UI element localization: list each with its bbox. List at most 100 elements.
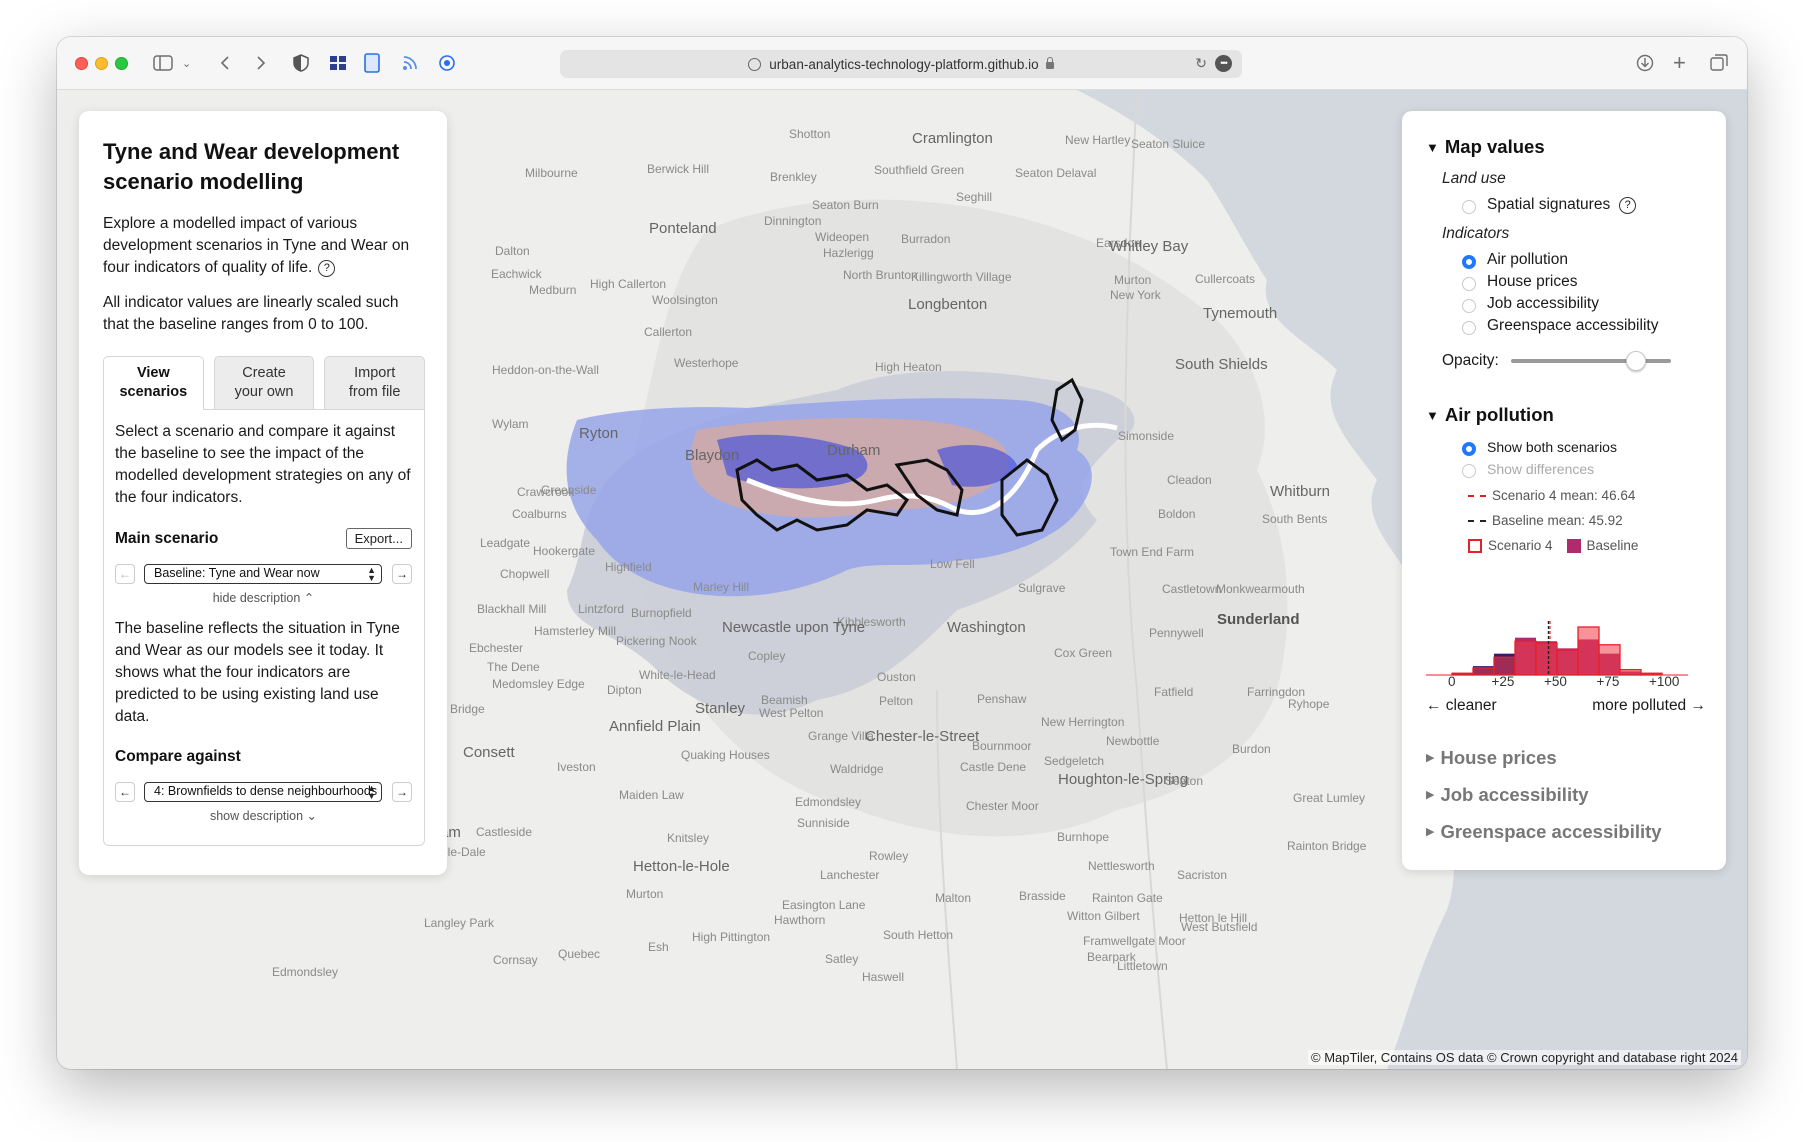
question-circle-icon[interactable]: ? bbox=[318, 260, 336, 277]
place-label: Nettlesworth bbox=[1088, 859, 1155, 873]
indicator-option-air-pollution[interactable]: Air pollution bbox=[1462, 249, 1706, 271]
place-label: Edmondsley bbox=[272, 965, 339, 979]
radio-button[interactable] bbox=[1462, 299, 1476, 313]
tab-view-scenarios[interactable]: View scenarios bbox=[103, 356, 204, 410]
place-label: Sulgrave bbox=[1018, 581, 1066, 595]
sidebar-toggle-icon[interactable] bbox=[153, 52, 173, 74]
place-label: Hawthorn bbox=[774, 913, 826, 927]
chevron-down-icon[interactable]: ⌄ bbox=[182, 52, 191, 74]
page-menu-icon[interactable]: ••• bbox=[1215, 55, 1232, 72]
place-label: Chopwell bbox=[500, 567, 550, 581]
opacity-slider[interactable] bbox=[1510, 351, 1671, 371]
back-icon[interactable] bbox=[220, 52, 230, 74]
browser-toolbar: ⌄ urban-analytics-technology-platform.gi… bbox=[57, 37, 1747, 90]
place-label: Ponteland bbox=[649, 220, 717, 237]
next-scenario-button[interactable]: → bbox=[392, 564, 412, 584]
place-label: Seaton bbox=[1165, 774, 1204, 788]
radio-button[interactable] bbox=[1462, 321, 1476, 335]
download-icon[interactable] bbox=[1636, 52, 1654, 74]
indicator-option-greenspace-accessibility[interactable]: Greenspace accessibility bbox=[1462, 315, 1706, 337]
place-label: Boldon bbox=[1158, 507, 1196, 521]
intro-text: Explore a modelled impact of various dev… bbox=[103, 215, 410, 277]
place-label: Eachwick bbox=[491, 267, 542, 281]
show-differences-option[interactable]: Show differences bbox=[1462, 458, 1706, 480]
air-pollution-section-toggle[interactable]: ▼ Air pollution bbox=[1426, 404, 1706, 426]
previous-compare-button[interactable]: ← bbox=[115, 782, 135, 802]
place-label: Rainton Bridge bbox=[1287, 839, 1367, 853]
hide-description-link[interactable]: hide description ⌃ bbox=[115, 590, 412, 605]
tab-overview-icon[interactable] bbox=[1710, 52, 1728, 74]
place-label: Whitburn bbox=[1270, 483, 1331, 500]
place-label: Berwick Hill bbox=[647, 162, 710, 176]
spatial-signatures-option[interactable]: Spatial signatures ? bbox=[1462, 194, 1706, 216]
place-label: Washington bbox=[947, 619, 1026, 636]
section-toggle-house-prices[interactable]: ▶ House prices bbox=[1426, 739, 1662, 776]
show-description-link[interactable]: show description ⌄ bbox=[115, 808, 412, 823]
opacity-slider-thumb[interactable] bbox=[1625, 351, 1646, 371]
place-label: Quaking Houses bbox=[681, 748, 770, 762]
tab-import-from-file[interactable]: Import from file bbox=[324, 356, 426, 409]
place-label: West Pelton bbox=[759, 706, 824, 720]
scenario-mean-legend: Scenario 4 mean: 46.64 bbox=[1468, 483, 1706, 508]
place-label: Malton bbox=[935, 891, 972, 905]
radio-button[interactable] bbox=[1462, 277, 1476, 291]
shield-icon[interactable] bbox=[293, 52, 309, 74]
place-label: Seaton Burn bbox=[812, 198, 879, 212]
rss-icon[interactable] bbox=[402, 52, 418, 74]
compare-scenario-select[interactable]: 4: Brownfields to dense neighbourhoods ▲… bbox=[144, 782, 382, 802]
privacy-icon[interactable] bbox=[437, 52, 457, 74]
reload-icon[interactable]: ↻ bbox=[1195, 55, 1207, 72]
scenario-bar bbox=[1577, 626, 1600, 676]
place-label: Coalburns bbox=[512, 507, 567, 521]
indicator-option-house-prices[interactable]: House prices bbox=[1462, 271, 1706, 293]
map-values-section-toggle[interactable]: ▼ Map values bbox=[1426, 136, 1706, 158]
map-attribution[interactable]: © MapTiler, Contains OS data © Crown cop… bbox=[1308, 1050, 1741, 1065]
place-label: Highfield bbox=[605, 560, 652, 574]
place-label: Brasside bbox=[1019, 889, 1066, 903]
place-label: Grange Villa bbox=[808, 729, 874, 743]
radio-button[interactable] bbox=[1462, 255, 1476, 269]
section-toggle-job-accessibility[interactable]: ▶ Job accessibility bbox=[1426, 776, 1662, 813]
new-tab-icon[interactable]: + bbox=[1673, 50, 1686, 75]
previous-scenario-button[interactable]: ← bbox=[115, 564, 135, 584]
next-compare-button[interactable]: → bbox=[392, 782, 412, 802]
triangle-right-icon: ▶ bbox=[1426, 789, 1435, 801]
place-label: Low Fell bbox=[930, 557, 975, 571]
place-label: Cullercoats bbox=[1195, 272, 1256, 286]
place-label: High Callerton bbox=[590, 277, 667, 291]
question-circle-icon[interactable]: ? bbox=[1619, 196, 1637, 214]
main-scenario-select[interactable]: Baseline: Tyne and Wear now ▲ ▼ bbox=[144, 564, 382, 584]
section-toggle-greenspace-accessibility[interactable]: ▶ Greenspace accessibility bbox=[1426, 813, 1662, 850]
tab-create-your-own[interactable]: Create your own bbox=[213, 356, 315, 409]
zoom-window-button[interactable] bbox=[115, 57, 128, 70]
place-label: Westerhope bbox=[674, 356, 739, 370]
place-label: Witton Gilbert bbox=[1067, 909, 1140, 923]
place-label: New Herrington bbox=[1041, 715, 1125, 729]
minimize-window-button[interactable] bbox=[95, 57, 108, 70]
show-both-option[interactable]: Show both scenarios bbox=[1462, 436, 1706, 458]
place-label: Annfield Plain bbox=[609, 718, 701, 735]
export-button[interactable]: Export... bbox=[345, 528, 412, 549]
place-label: Dipton bbox=[607, 683, 642, 697]
extension-icon[interactable] bbox=[329, 52, 347, 74]
address-bar[interactable]: urban-analytics-technology-platform.gith… bbox=[560, 50, 1242, 78]
place-label: Rainton Gate bbox=[1092, 891, 1163, 905]
main-scenario-select-row: ← Baseline: Tyne and Wear now ▲ ▼ → bbox=[115, 564, 412, 584]
place-label: Edmondsley bbox=[795, 795, 862, 809]
indicator-option-job-accessibility[interactable]: Job accessibility bbox=[1462, 293, 1706, 315]
place-label: Cleadon bbox=[1167, 473, 1212, 487]
close-window-button[interactable] bbox=[75, 57, 88, 70]
radio-button[interactable] bbox=[1462, 200, 1476, 214]
forward-icon[interactable] bbox=[256, 52, 266, 74]
land-use-heading: Land use bbox=[1442, 170, 1506, 187]
place-label: Newcastle upon Tyne bbox=[722, 619, 866, 636]
place-label: Shotton bbox=[789, 127, 831, 141]
scenario-bar bbox=[1535, 642, 1558, 676]
radio-button[interactable] bbox=[1462, 464, 1476, 478]
reader-icon[interactable] bbox=[364, 52, 380, 74]
place-label: Leadgate bbox=[480, 536, 531, 550]
scenario-panel: Tyne and Wear development scenario model… bbox=[79, 111, 447, 875]
instructions-text: Select a scenario and compare it against… bbox=[115, 423, 411, 506]
radio-button[interactable] bbox=[1462, 442, 1476, 456]
place-label: Stanley bbox=[695, 700, 746, 717]
